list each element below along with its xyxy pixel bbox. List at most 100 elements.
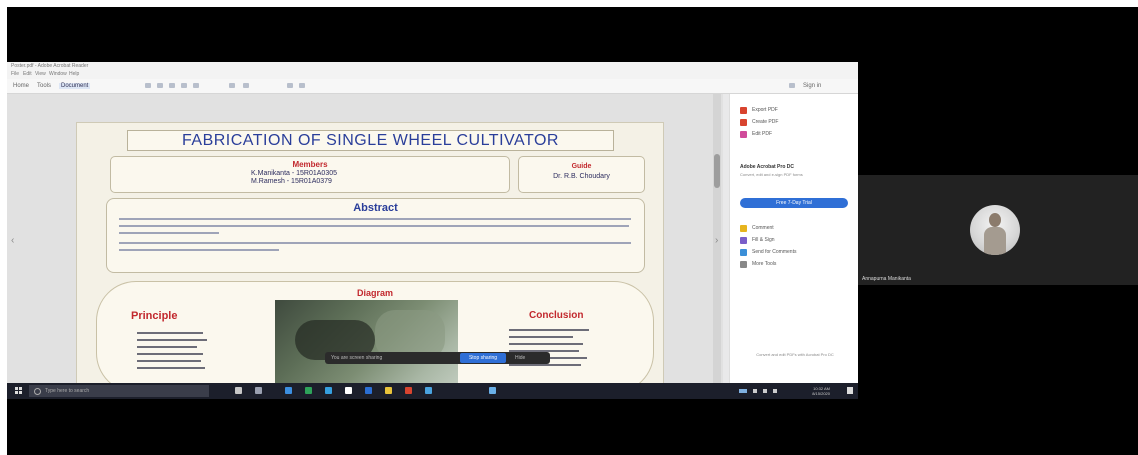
- taskbar-clock[interactable]: 10:32 AM 8/15/2020: [800, 386, 830, 396]
- abstract-line: [119, 249, 279, 251]
- tool-comment[interactable]: Comment: [740, 224, 850, 233]
- participant-tile[interactable]: Annapurna Manikanta: [858, 175, 1138, 285]
- app-icon[interactable]: [255, 387, 262, 394]
- screen-share-bar: You are screen sharing Stop sharing Hide: [325, 352, 550, 364]
- pen-icon[interactable]: [299, 83, 305, 88]
- tool-edit-pdf[interactable]: Edit PDF: [740, 130, 850, 139]
- tools-pane: Export PDF Create PDF Edit PDF Adobe Acr…: [729, 94, 858, 383]
- menu-window[interactable]: Window: [49, 71, 67, 77]
- tool-send-comments[interactable]: Send for Comments: [740, 248, 850, 257]
- app-icon[interactable]: [325, 387, 332, 394]
- principle-line: [137, 346, 197, 348]
- notification-icon[interactable]: [847, 387, 853, 394]
- tab-document[interactable]: Document: [59, 83, 91, 89]
- conclusion-line: [509, 336, 573, 338]
- cultivator-photo: [275, 300, 458, 383]
- print-icon[interactable]: [157, 83, 163, 88]
- principle-line: [137, 332, 203, 334]
- guide-name: Dr. R.B. Choudary: [553, 173, 610, 180]
- free-trial-button[interactable]: Free 7-Day Trial: [740, 198, 848, 208]
- poster-page: FABRICATION OF SINGLE WHEEL CULTIVATOR M…: [76, 122, 664, 383]
- tab-home[interactable]: Home: [13, 83, 29, 89]
- principle-line: [137, 360, 201, 362]
- page-nav-icon[interactable]: [229, 83, 235, 88]
- create-pdf-icon: [740, 119, 747, 126]
- help-icon[interactable]: [789, 83, 795, 88]
- next-page-icon[interactable]: ›: [715, 235, 718, 246]
- hide-button[interactable]: Hide: [515, 355, 525, 361]
- more-tools-icon: [740, 261, 747, 268]
- tool-create-pdf[interactable]: Create PDF: [740, 118, 850, 127]
- windows-start-icon[interactable]: [15, 387, 23, 395]
- conclusion-line: [509, 329, 589, 331]
- folder-icon[interactable]: [385, 387, 392, 394]
- mail-icon[interactable]: [169, 83, 175, 88]
- windows-taskbar: Type here to search 10:32 AM 8/15/2020: [7, 383, 858, 399]
- comment-icon[interactable]: [287, 83, 293, 88]
- abstract-line: [119, 218, 631, 220]
- search-icon: [34, 388, 41, 395]
- members-box: Members K.Manikanta - 15R01A0305 M.Rames…: [110, 156, 510, 193]
- conclusion-heading: Conclusion: [529, 310, 584, 321]
- participant-video: [970, 205, 1020, 255]
- participant-name: Annapurna Manikanta: [862, 276, 911, 282]
- promo-subtitle: Convert, edit and e-sign PDF forms: [740, 172, 803, 177]
- zoom-icon[interactable]: [193, 83, 199, 88]
- abstract-box: Abstract: [106, 198, 645, 273]
- system-tray[interactable]: [739, 389, 789, 393]
- window-title: Poster.pdf - Adobe Acrobat Reader: [11, 63, 89, 69]
- acrobat-note: Convert and edit PDFs with Acrobat Pro D…: [756, 352, 834, 357]
- member-1: K.Manikanta - 15R01A0305: [251, 170, 337, 177]
- tab-tools[interactable]: Tools: [37, 83, 51, 89]
- search-placeholder: Type here to search: [45, 388, 90, 394]
- guide-heading: Guide: [571, 163, 592, 170]
- tool-more[interactable]: More Tools: [740, 260, 850, 269]
- abstract-line: [119, 232, 219, 234]
- tool-label: Create PDF: [752, 119, 779, 125]
- tool-label: Fill & Sign: [752, 237, 775, 243]
- tool-label: Export PDF: [752, 107, 778, 113]
- app-icon[interactable]: [425, 387, 432, 394]
- task-view-icon[interactable]: [235, 387, 242, 394]
- tool-label: Edit PDF: [752, 131, 773, 137]
- taskbar-search[interactable]: Type here to search: [29, 385, 209, 397]
- stop-sharing-button[interactable]: Stop sharing: [460, 353, 506, 363]
- member-2: M.Ramesh - 15R01A0379: [251, 178, 332, 185]
- save-icon[interactable]: [145, 83, 151, 88]
- zoom-app-icon[interactable]: [489, 387, 496, 394]
- tool-export-pdf[interactable]: Export PDF: [740, 106, 850, 115]
- edge-icon[interactable]: [285, 387, 292, 394]
- members-heading: Members: [292, 160, 328, 169]
- conclusion-line: [509, 343, 583, 345]
- guide-box: Guide Dr. R.B. Choudary: [518, 156, 645, 193]
- principle-line: [137, 367, 205, 369]
- previous-page-icon[interactable]: ‹: [11, 235, 14, 246]
- tool-label: Send for Comments: [752, 249, 797, 255]
- chrome-icon[interactable]: [345, 387, 352, 394]
- app-icon[interactable]: [365, 387, 372, 394]
- search-icon[interactable]: [181, 83, 187, 88]
- tool-label: Comment: [752, 225, 774, 231]
- send-comments-icon: [740, 249, 747, 256]
- clock-date: 8/15/2020: [812, 391, 830, 396]
- menu-file[interactable]: File: [11, 71, 19, 77]
- rotate-icon[interactable]: [243, 83, 249, 88]
- lower-section: Diagram Principle Conclusion: [96, 281, 654, 383]
- principle-heading: Principle: [131, 310, 178, 322]
- abstract-heading: Abstract: [353, 202, 398, 214]
- sign-in-button[interactable]: Sign in: [803, 83, 821, 89]
- abstract-line: [119, 242, 631, 244]
- principle-line: [137, 339, 207, 341]
- menu-edit[interactable]: Edit: [23, 71, 32, 77]
- document-area: ‹ FABRICATION OF SINGLE WHEEL CULTIVATOR…: [7, 94, 723, 383]
- app-icon[interactable]: [305, 387, 312, 394]
- scrollbar-thumb[interactable]: [714, 154, 720, 188]
- acrobat-icon[interactable]: [405, 387, 412, 394]
- principle-line: [137, 353, 203, 355]
- menu-help[interactable]: Help: [69, 71, 79, 77]
- promo-title: Adobe Acrobat Pro DC: [740, 164, 794, 170]
- share-status: You are screen sharing: [331, 355, 383, 361]
- tool-fill-sign[interactable]: Fill & Sign: [740, 236, 850, 245]
- fill-sign-icon: [740, 237, 747, 244]
- menu-view[interactable]: View: [35, 71, 46, 77]
